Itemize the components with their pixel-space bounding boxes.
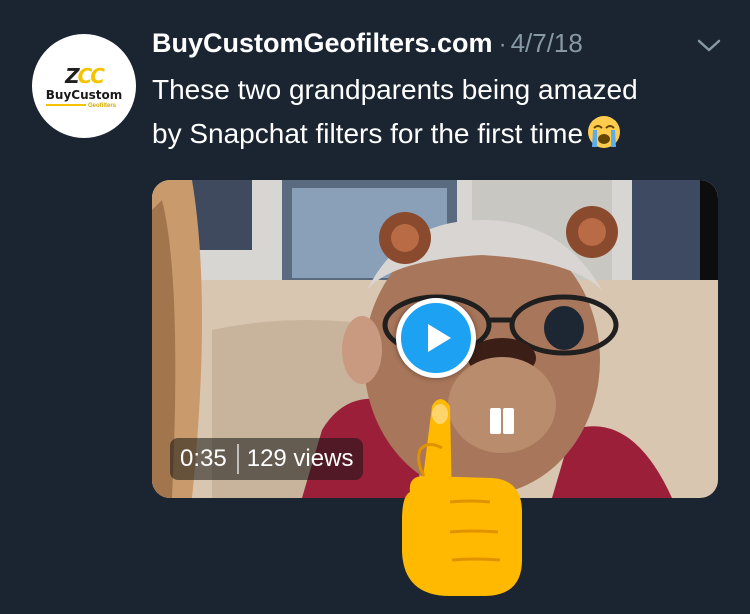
pointing-finger-icon	[380, 392, 530, 598]
tweet-text-line-1: These two grandparents being amazed	[152, 74, 638, 105]
avatar-logo-mark: ZCC	[65, 64, 105, 88]
tweet-date[interactable]: 4/7/18	[511, 28, 583, 58]
tweet-card[interactable]: ZCC BuyCustom Geofilters BuyCustomGeofil…	[0, 0, 750, 614]
tweet-header: BuyCustomGeofilters.com · 4/7/18	[152, 28, 583, 68]
avatar-divider	[46, 104, 86, 106]
tweet-text: These two grandparents being amazed by S…	[152, 68, 732, 162]
play-icon	[428, 324, 451, 352]
loudly-crying-face-icon	[587, 115, 621, 162]
tweet-text-line-2: by Snapchat filters for the first time	[152, 112, 732, 162]
play-button[interactable]	[396, 298, 476, 378]
chevron-down-icon[interactable]	[694, 36, 724, 56]
badge-divider	[236, 444, 239, 474]
video-duration: 0:35	[180, 445, 227, 472]
avatar-brand-text: BuyCustom	[45, 88, 123, 102]
header-separator: ·	[498, 31, 507, 58]
avatar[interactable]: ZCC BuyCustom Geofilters	[32, 34, 136, 138]
avatar-sub-text: Geofilters	[88, 103, 117, 109]
video-meta-badge: 0:35 129 views	[170, 438, 364, 480]
author-name[interactable]: BuyCustomGeofilters.com	[152, 28, 493, 58]
video-view-count: 129 views	[246, 445, 354, 472]
